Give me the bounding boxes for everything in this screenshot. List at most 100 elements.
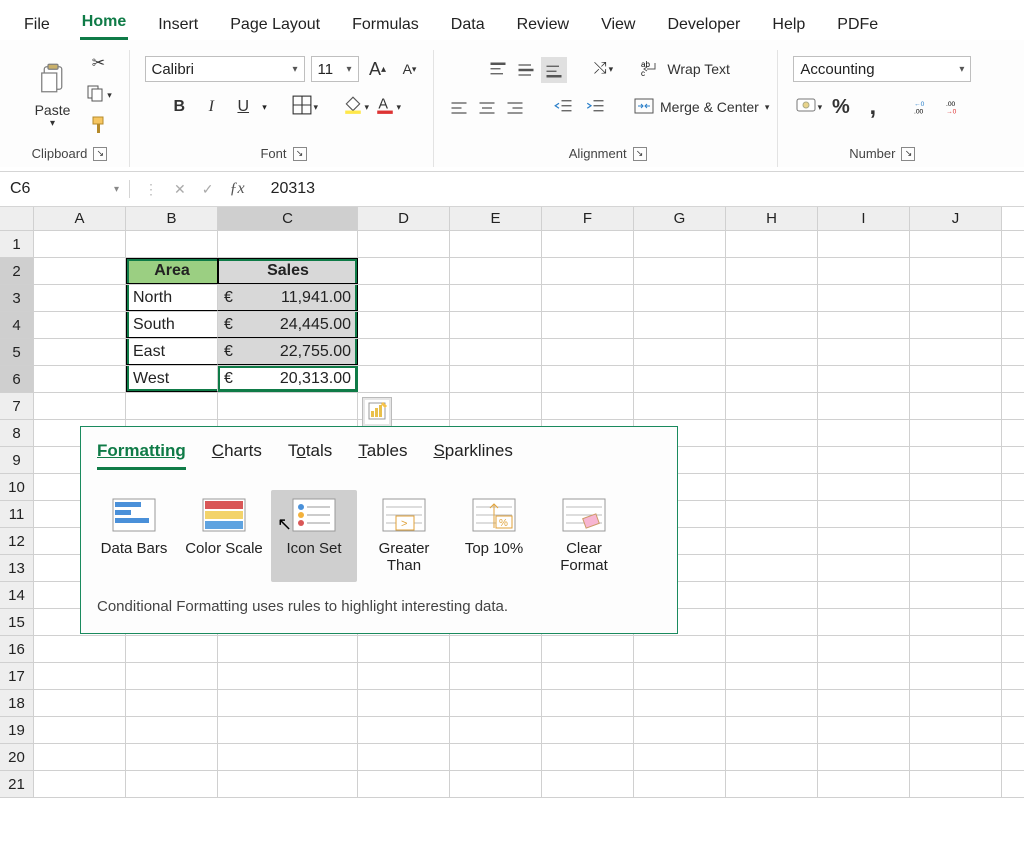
cell[interactable] [542, 312, 634, 338]
cell[interactable] [910, 528, 1002, 554]
col-header-E[interactable]: E [450, 207, 542, 230]
cell[interactable] [910, 609, 1002, 635]
align-left-button[interactable] [446, 95, 472, 121]
cell[interactable]: €11,941.00 [218, 285, 358, 311]
cell[interactable] [34, 663, 126, 689]
row-header-1[interactable]: 1 [0, 231, 34, 257]
cell[interactable] [726, 447, 818, 473]
cell[interactable] [910, 771, 1002, 797]
cell[interactable] [358, 690, 450, 716]
cell[interactable] [910, 744, 1002, 770]
align-bottom-button[interactable] [541, 57, 567, 83]
paste-button[interactable]: Paste ▾ [28, 50, 78, 140]
cell[interactable] [634, 339, 726, 365]
cell[interactable] [542, 663, 634, 689]
tab-formulas[interactable]: Formulas [350, 8, 421, 40]
align-top-button[interactable] [485, 57, 511, 83]
accounting-format-button[interactable]: ▾ [796, 94, 822, 120]
cell[interactable] [910, 717, 1002, 743]
cell[interactable] [542, 744, 634, 770]
cell[interactable] [818, 744, 910, 770]
cell[interactable]: North [126, 285, 218, 311]
col-header-F[interactable]: F [542, 207, 634, 230]
tab-pdf[interactable]: PDFe [835, 8, 880, 40]
align-center-button[interactable] [474, 95, 500, 121]
cell[interactable] [634, 258, 726, 284]
row-header-16[interactable]: 16 [0, 636, 34, 662]
cell[interactable] [358, 744, 450, 770]
cell[interactable] [126, 231, 218, 257]
cell[interactable] [726, 636, 818, 662]
cell[interactable] [910, 690, 1002, 716]
cell[interactable] [450, 393, 542, 419]
cell[interactable] [358, 231, 450, 257]
cell[interactable] [818, 285, 910, 311]
cell[interactable] [726, 771, 818, 797]
cell[interactable] [726, 690, 818, 716]
cell[interactable] [542, 339, 634, 365]
cell[interactable] [450, 717, 542, 743]
cell[interactable] [818, 582, 910, 608]
copy-button[interactable]: ▾ [86, 82, 112, 108]
cell[interactable] [34, 312, 126, 338]
cell[interactable] [634, 312, 726, 338]
cell[interactable] [910, 501, 1002, 527]
cell[interactable] [726, 555, 818, 581]
qa-tab-formatting[interactable]: Formatting [97, 441, 186, 470]
cell[interactable] [358, 285, 450, 311]
cell[interactable] [34, 744, 126, 770]
row-header-18[interactable]: 18 [0, 690, 34, 716]
cell[interactable] [726, 744, 818, 770]
alignment-dialog-launcher[interactable]: ↘ [633, 147, 647, 161]
col-header-G[interactable]: G [634, 207, 726, 230]
row-header-2[interactable]: 2 [0, 258, 34, 284]
qa-tab-sparklines[interactable]: Sparklines [433, 441, 512, 470]
cell[interactable] [450, 231, 542, 257]
cell[interactable] [818, 717, 910, 743]
decrease-font-button[interactable]: A▾ [397, 56, 423, 82]
font-size-dropdown[interactable]: 11▾ [311, 56, 359, 82]
comma-style-button[interactable]: , [860, 94, 886, 120]
cell[interactable] [634, 717, 726, 743]
borders-button[interactable]: ▾ [292, 94, 318, 120]
cell[interactable] [818, 528, 910, 554]
cell[interactable] [634, 366, 726, 392]
cell[interactable] [218, 663, 358, 689]
cell[interactable] [450, 258, 542, 284]
underline-button[interactable]: U [230, 94, 256, 120]
qa-option-top-10[interactable]: % Top 10% [451, 490, 537, 582]
row-header-10[interactable]: 10 [0, 474, 34, 500]
cell[interactable] [910, 312, 1002, 338]
tab-review[interactable]: Review [515, 8, 571, 40]
cell[interactable] [542, 690, 634, 716]
cell[interactable] [450, 690, 542, 716]
cell[interactable] [126, 393, 218, 419]
cell[interactable]: East [126, 339, 218, 365]
cell[interactable] [910, 393, 1002, 419]
cell[interactable] [34, 285, 126, 311]
decrease-decimal-button[interactable]: .00→0 [943, 94, 969, 120]
select-all-corner[interactable] [0, 207, 34, 230]
align-middle-button[interactable] [513, 57, 539, 83]
row-header-13[interactable]: 13 [0, 555, 34, 581]
cell[interactable] [634, 636, 726, 662]
cell[interactable] [218, 636, 358, 662]
cell[interactable] [542, 258, 634, 284]
cell[interactable] [634, 231, 726, 257]
cell[interactable] [218, 771, 358, 797]
tab-help[interactable]: Help [770, 8, 807, 40]
qa-option-icon-set[interactable]: Icon Set ↖ [271, 490, 357, 582]
row-header-5[interactable]: 5 [0, 339, 34, 365]
cell[interactable]: €22,755.00 [218, 339, 358, 365]
cell[interactable] [910, 420, 1002, 446]
col-header-I[interactable]: I [818, 207, 910, 230]
cell[interactable] [818, 312, 910, 338]
quick-analysis-button[interactable] [362, 397, 392, 427]
cell[interactable] [358, 717, 450, 743]
cell[interactable] [34, 393, 126, 419]
increase-indent-button[interactable] [583, 94, 609, 120]
tab-home[interactable]: Home [80, 5, 128, 40]
font-name-dropdown[interactable]: Calibri▾ [145, 56, 305, 82]
cell[interactable] [126, 717, 218, 743]
cell[interactable] [818, 366, 910, 392]
